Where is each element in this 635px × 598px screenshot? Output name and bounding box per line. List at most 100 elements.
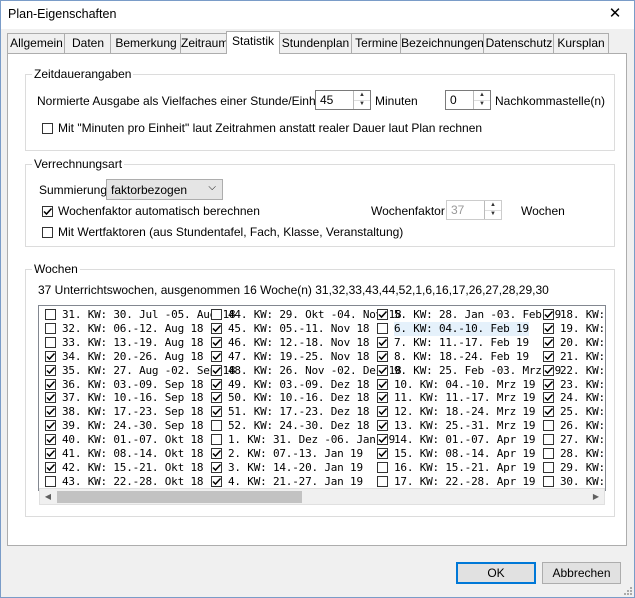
horizontal-scrollbar[interactable]: ◀ ▶ bbox=[39, 488, 605, 505]
week-checkbox[interactable] bbox=[377, 475, 388, 487]
week-checkbox[interactable] bbox=[543, 364, 554, 376]
close-icon[interactable]: ✕ bbox=[605, 5, 625, 23]
summierung-select[interactable]: faktorbezogen ⌵ bbox=[106, 179, 223, 200]
week-checkbox[interactable] bbox=[211, 364, 222, 376]
week-checkbox[interactable] bbox=[45, 322, 56, 334]
week-checkbox[interactable] bbox=[45, 336, 56, 348]
week-checkbox[interactable] bbox=[211, 350, 222, 362]
minuten-pro-einheit-checkbox[interactable] bbox=[42, 123, 53, 134]
week-checkbox[interactable] bbox=[543, 420, 554, 432]
wochenfaktor-auto-checkbox[interactable] bbox=[42, 206, 53, 217]
week-label: 35. KW: 27. Aug -02. Sep 18 bbox=[62, 363, 236, 377]
tab-stundenplan[interactable]: Stundenplan bbox=[278, 33, 353, 53]
tab-bemerkung[interactable]: Bemerkung bbox=[110, 33, 182, 53]
week-checkbox[interactable] bbox=[211, 434, 222, 446]
week-checkbox[interactable] bbox=[211, 420, 222, 432]
week-checkbox[interactable] bbox=[543, 434, 554, 446]
week-checkbox[interactable] bbox=[377, 406, 388, 418]
resize-grip-icon[interactable] bbox=[622, 585, 632, 595]
week-checkbox[interactable] bbox=[543, 322, 554, 334]
week-checkbox[interactable] bbox=[377, 420, 388, 432]
week-label: 19. KW: bbox=[560, 321, 605, 335]
week-checkbox[interactable] bbox=[377, 309, 388, 320]
wertfaktoren-checkbox[interactable] bbox=[42, 227, 53, 238]
week-label: 39. KW: 24.-30. Sep 18 bbox=[62, 419, 204, 433]
week-checkbox[interactable] bbox=[377, 364, 388, 376]
week-checkbox[interactable] bbox=[45, 309, 56, 320]
week-label: 14. KW: 01.-07. Apr 19 bbox=[394, 433, 536, 447]
week-label: 22. KW: bbox=[560, 363, 605, 377]
week-checkbox[interactable] bbox=[377, 336, 388, 348]
tab-statistik[interactable]: Statistik bbox=[226, 31, 280, 54]
week-label: 42. KW: 15.-21. Okt 18 bbox=[62, 460, 204, 474]
week-checkbox[interactable] bbox=[45, 406, 56, 418]
week-label: 43. KW: 22.-28. Okt 18 bbox=[62, 474, 204, 488]
week-checkbox[interactable] bbox=[377, 461, 388, 473]
week-label: 49. KW: 03.-09. Dez 18 bbox=[228, 377, 370, 391]
week-checkbox[interactable] bbox=[45, 364, 56, 376]
week-label: 5. KW: 28. Jan -03. Feb 19 bbox=[394, 308, 561, 321]
week-checkbox[interactable] bbox=[543, 336, 554, 348]
tab-datenschutz[interactable]: Datenschutz bbox=[483, 33, 555, 53]
week-label: 26. KW: bbox=[560, 419, 605, 433]
decimals-stepper[interactable]: 0 ▲ ▼ bbox=[445, 90, 491, 110]
week-checkbox[interactable] bbox=[543, 378, 554, 390]
week-checkbox[interactable] bbox=[543, 406, 554, 418]
tab-allgemein[interactable]: Allgemein bbox=[7, 33, 66, 53]
week-checkbox[interactable] bbox=[45, 475, 56, 487]
spin-down-icon[interactable]: ▼ bbox=[354, 100, 370, 109]
week-checkbox[interactable] bbox=[45, 461, 56, 473]
week-checkbox[interactable] bbox=[45, 434, 56, 446]
tab-zeitraum[interactable]: Zeitraum bbox=[180, 33, 228, 53]
week-checkbox[interactable] bbox=[543, 475, 554, 487]
week-label: 25. KW: bbox=[560, 405, 605, 419]
week-label: 2. KW: 07.-13. Jan 19 bbox=[228, 447, 363, 460]
week-checkbox[interactable] bbox=[211, 322, 222, 334]
week-checkbox[interactable] bbox=[211, 392, 222, 404]
week-checkbox[interactable] bbox=[543, 350, 554, 362]
tab-kursplan[interactable]: Kursplan bbox=[553, 33, 609, 53]
week-checkbox[interactable] bbox=[211, 309, 222, 320]
minutes-stepper[interactable]: 45 ▲ ▼ bbox=[315, 90, 371, 110]
ok-button[interactable]: OK bbox=[456, 562, 536, 584]
week-checkbox[interactable] bbox=[211, 475, 222, 487]
cancel-button[interactable]: Abbrechen bbox=[542, 562, 621, 584]
scroll-left-icon[interactable]: ◀ bbox=[40, 490, 56, 504]
scroll-right-icon[interactable]: ▶ bbox=[588, 490, 604, 504]
spin-down-icon[interactable]: ▼ bbox=[474, 100, 490, 109]
week-checkbox[interactable] bbox=[45, 350, 56, 362]
weeks-checklist[interactable]: 31. KW: 30. Jul -05. Aug 18 32. KW: 06.-1… bbox=[38, 305, 606, 491]
week-checkbox[interactable] bbox=[377, 392, 388, 404]
tab-termine[interactable]: Termine bbox=[351, 33, 402, 53]
week-checkbox[interactable] bbox=[45, 420, 56, 432]
wochenfaktor-stepper[interactable]: 37 ▲ ▼ bbox=[446, 200, 502, 220]
week-checkbox[interactable] bbox=[377, 378, 388, 390]
week-checkbox[interactable] bbox=[211, 448, 222, 459]
spin-down-icon[interactable]: ▼ bbox=[485, 210, 501, 219]
decimals-label: Nachkommastelle(n) bbox=[495, 94, 606, 108]
week-checkbox[interactable] bbox=[543, 392, 554, 404]
week-label: 45. KW: 05.-11. Nov 18 bbox=[228, 321, 370, 335]
tab-bezeichnungen[interactable]: Bezeichnungen bbox=[400, 33, 485, 53]
week-checkbox[interactable] bbox=[543, 448, 554, 459]
group-verrechnungsart: Verrechnungsart Summierung faktorbezogen… bbox=[25, 157, 615, 247]
tab-daten[interactable]: Daten bbox=[64, 33, 112, 53]
week-checkbox[interactable] bbox=[543, 461, 554, 473]
week-checkbox[interactable] bbox=[377, 322, 388, 334]
week-label: 4. KW: 21.-27. Jan 19 bbox=[228, 474, 363, 488]
week-checkbox[interactable] bbox=[45, 448, 56, 459]
week-checkbox[interactable] bbox=[45, 378, 56, 390]
week-checkbox[interactable] bbox=[211, 378, 222, 390]
week-checkbox[interactable] bbox=[211, 336, 222, 348]
normierte-ausgabe-label: Normierte Ausgabe als Vielfaches einer S… bbox=[37, 94, 345, 108]
week-checkbox[interactable] bbox=[377, 350, 388, 362]
week-checkbox[interactable] bbox=[377, 434, 388, 446]
week-label: 41. KW: 08.-14. Okt 18 bbox=[62, 447, 204, 460]
week-checkbox[interactable] bbox=[45, 392, 56, 404]
week-checkbox[interactable] bbox=[377, 448, 388, 459]
week-checkbox[interactable] bbox=[543, 309, 554, 320]
minutes-label: Minuten bbox=[375, 94, 418, 108]
scrollbar-thumb[interactable] bbox=[57, 491, 302, 503]
week-checkbox[interactable] bbox=[211, 461, 222, 473]
week-checkbox[interactable] bbox=[211, 406, 222, 418]
